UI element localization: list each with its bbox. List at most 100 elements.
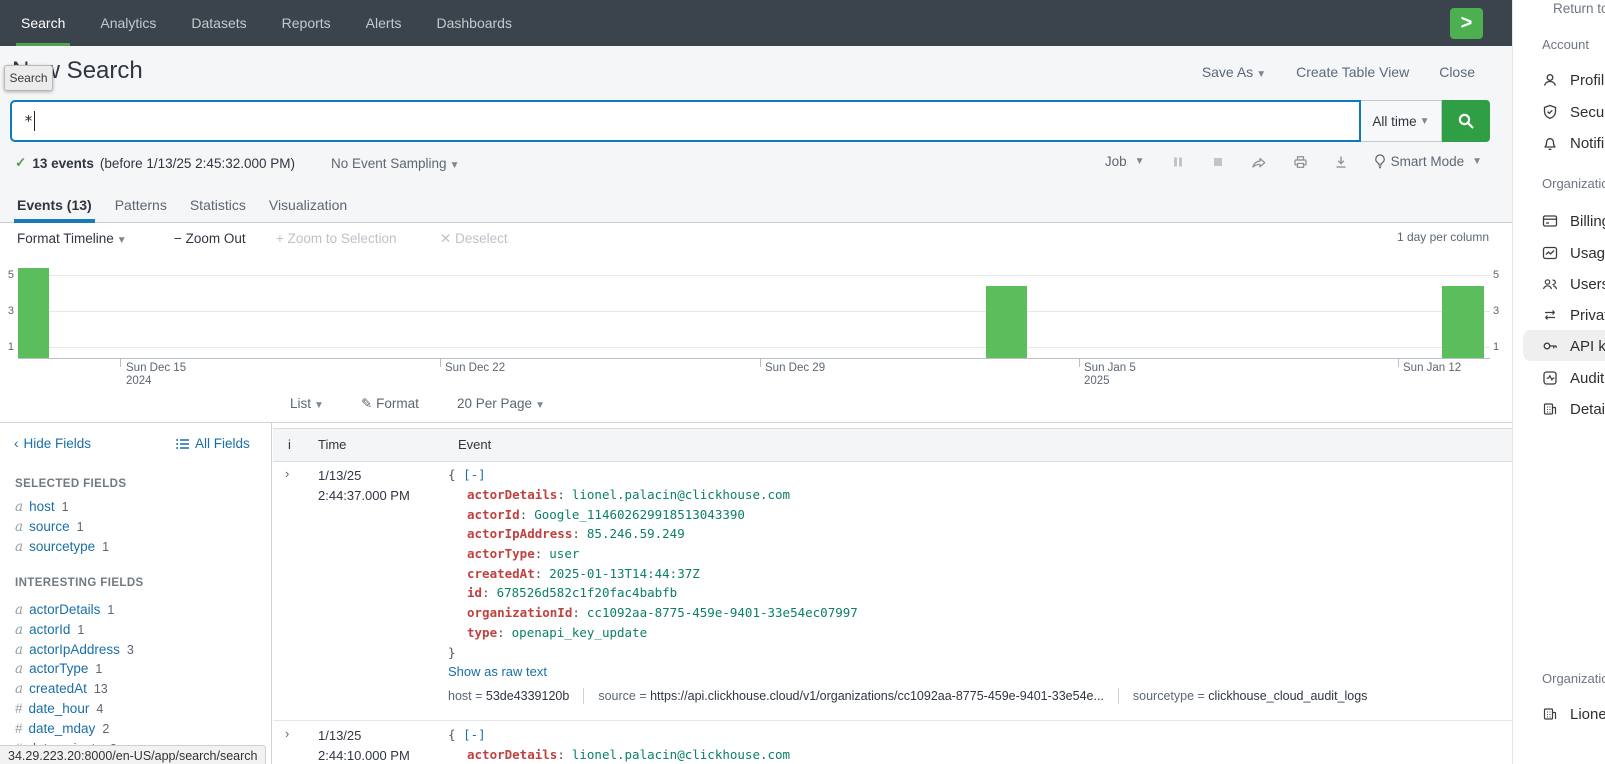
format-results-button[interactable]: ✎ Format [361, 396, 419, 412]
timeline-bar[interactable] [18, 268, 49, 358]
search-submit-button[interactable] [1442, 100, 1490, 142]
app-logo-icon[interactable]: > [1450, 8, 1483, 39]
save-as-button[interactable]: Save As▼ [1202, 64, 1266, 80]
event-timestamp: 1/13/25 2:44:37.000 PM [318, 466, 410, 506]
list-icon [176, 438, 190, 450]
field-item-source[interactable]: asource1 [15, 519, 84, 535]
field-item-actorid[interactable]: aactorId1 [15, 622, 84, 638]
close-button[interactable]: Close [1439, 64, 1475, 80]
all-fields-link[interactable]: All Fields [176, 436, 250, 451]
panel-item-details[interactable]: Detai [1542, 397, 1605, 421]
export-button[interactable] [1334, 155, 1348, 169]
json-close-line: } [448, 645, 456, 660]
panel-item-billing[interactable]: Billing [1542, 209, 1605, 233]
stop-button[interactable] [1211, 155, 1225, 169]
zoom-to-selection-button[interactable]: + Zoom to Selection [276, 231, 396, 246]
field-item-date-mday[interactable]: #date_mday2 [15, 721, 109, 736]
usage-chart-icon [1542, 245, 1558, 261]
events-table-header: i Time Event [273, 428, 1512, 462]
event-sampling-dropdown[interactable]: No Event Sampling▼ [331, 156, 459, 171]
chevron-down-icon: ▼ [1135, 156, 1145, 167]
tab-statistics[interactable]: Statistics [190, 186, 246, 223]
json-field-row: createdAt2025-01-13T14:44:37Z [467, 566, 700, 581]
per-page-dropdown[interactable]: 20 Per Page▼ [457, 396, 545, 411]
list-view-dropdown[interactable]: List▼ [290, 396, 324, 411]
lightbulb-icon [1374, 154, 1386, 169]
job-controls: Job▼ Smart Mode▼ [1105, 154, 1482, 169]
x-axis-label: Sun Jan 12 [1403, 362, 1461, 375]
y-axis-label: 5 [1493, 269, 1507, 281]
field-item-actoripaddress[interactable]: aactorIpAddress3 [15, 642, 134, 658]
tab-events[interactable]: Events (13) [17, 186, 92, 223]
gridline [18, 311, 1490, 312]
create-table-view-button[interactable]: Create Table View [1296, 64, 1409, 80]
deselect-button[interactable]: ✕ Deselect [440, 231, 508, 247]
show-raw-text-link[interactable]: Show as raw text [448, 664, 547, 679]
results-format-bar: List▼ ✎ Format 20 Per Page▼ [0, 388, 1512, 423]
panel-item-users[interactable]: Users [1542, 272, 1605, 296]
panel-item-private-endpoints[interactable]: Privat [1542, 303, 1605, 327]
gridline [18, 347, 1490, 348]
field-item-host[interactable]: ahost1 [15, 499, 69, 515]
top-nav: Search Analytics Datasets Reports Alerts… [0, 0, 1512, 46]
chevron-down-icon: ▼ [1256, 69, 1266, 80]
nav-item-analytics[interactable]: Analytics [100, 0, 156, 46]
nav-item-alerts[interactable]: Alerts [366, 0, 402, 46]
timeline-chart[interactable] [18, 260, 1490, 359]
job-done-check-icon: ✓ [15, 155, 26, 171]
event-expand-arrow[interactable]: › [285, 466, 289, 481]
panel-item-security[interactable]: Secur [1542, 100, 1605, 124]
panel-item-usage[interactable]: Usag [1542, 241, 1605, 265]
panel-item-api-keys[interactable]: API k [1542, 334, 1605, 358]
time-range-picker[interactable]: All time▼ [1361, 100, 1442, 142]
json-field-row: actorDetailslionel.palacin@clickhouse.co… [467, 747, 790, 762]
json-collapse-link[interactable]: [-] [463, 727, 486, 742]
pause-icon [1171, 155, 1185, 169]
tab-visualization[interactable]: Visualization [269, 186, 347, 223]
print-button[interactable] [1293, 155, 1308, 169]
y-axis-label: 3 [0, 305, 14, 317]
x-axis-tick [440, 358, 441, 367]
hide-fields-link[interactable]: ‹Hide Fields [14, 436, 91, 451]
share-button[interactable] [1251, 155, 1267, 169]
shield-check-icon [1542, 104, 1558, 120]
panel-item-org-lionel[interactable]: Lione [1542, 702, 1605, 726]
pause-button[interactable] [1171, 155, 1185, 169]
nav-item-datasets[interactable]: Datasets [191, 0, 246, 46]
meta-source[interactable]: sourcehttps://api.clickhouse.cloud/v1/or… [583, 688, 1118, 704]
job-menu-button[interactable]: Job▼ [1105, 154, 1145, 169]
json-field-row: actorIpAddress85.246.59.249 [467, 526, 685, 541]
json-collapse-link[interactable]: [-] [463, 467, 486, 482]
tab-patterns[interactable]: Patterns [115, 186, 167, 223]
meta-sourcetype[interactable]: sourcetypeclickhouse_cloud_audit_logs [1118, 688, 1382, 704]
nav-item-reports[interactable]: Reports [282, 0, 331, 46]
field-item-actortype[interactable]: aactorType1 [15, 661, 102, 677]
panel-item-profile[interactable]: Profil [1542, 68, 1604, 92]
chevron-down-icon: ▼ [314, 400, 324, 411]
panel-item-notifications[interactable]: Notifi [1542, 131, 1604, 155]
x-axis-label: Sun Dec 22 [445, 362, 505, 375]
nav-item-dashboards[interactable]: Dashboards [436, 0, 512, 46]
timeline-bar[interactable] [1442, 286, 1484, 358]
panel-item-audit[interactable]: Audit [1542, 366, 1604, 390]
event-expand-arrow[interactable]: › [285, 726, 289, 741]
billing-card-icon [1542, 213, 1558, 229]
nav-item-search[interactable]: Search [21, 0, 65, 46]
field-item-date-hour[interactable]: #date_hour4 [15, 701, 103, 716]
zoom-out-button[interactable]: − Zoom Out [174, 231, 246, 246]
meta-host[interactable]: host53de4339120b [448, 688, 583, 704]
screenshot-root: Search Analytics Datasets Reports Alerts… [0, 0, 1605, 764]
search-query-text: * [24, 112, 33, 130]
format-timeline-dropdown[interactable]: Format Timeline▼ [17, 231, 127, 246]
result-tabs: Events (13) Patterns Statistics Visualiz… [0, 186, 347, 223]
field-item-actordetails[interactable]: aactorDetails1 [15, 602, 114, 618]
smart-mode-dropdown[interactable]: Smart Mode▼ [1374, 154, 1482, 169]
timeline-bar[interactable] [986, 286, 1027, 358]
search-query-input[interactable]: * [10, 100, 1361, 142]
field-item-createdat[interactable]: acreatedAt13 [15, 681, 108, 697]
return-to-link[interactable]: Return to [1553, 1, 1605, 16]
audit-icon [1542, 370, 1558, 386]
x-axis-label: Sun Dec 152024 [126, 362, 186, 388]
swap-arrows-icon [1542, 307, 1558, 323]
field-item-sourcetype[interactable]: asourcetype1 [15, 539, 109, 555]
